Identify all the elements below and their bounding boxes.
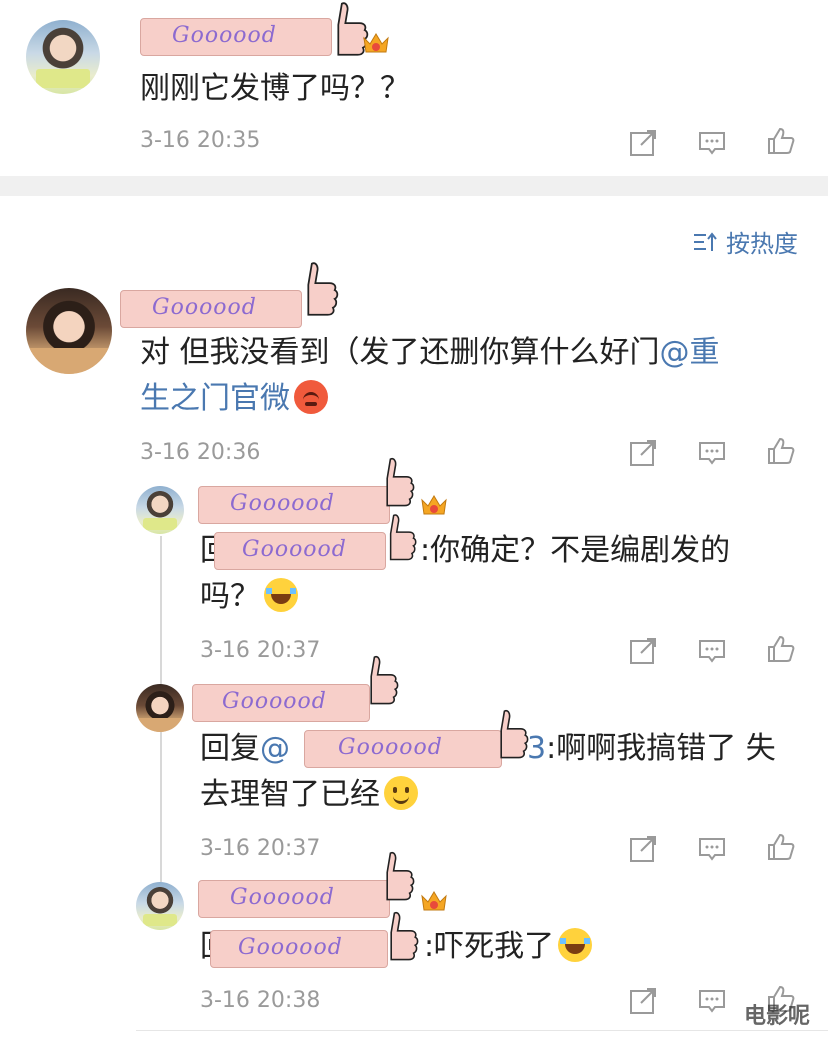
comment-time: 3-16 20:35	[140, 128, 261, 153]
thumbs-up-icon	[389, 514, 417, 561]
reply-time: 3-16 20:38	[200, 988, 321, 1013]
username-sticker: Goooood	[140, 2, 370, 56]
avatar[interactable]	[26, 20, 100, 94]
mention-link[interactable]: 3	[527, 731, 546, 766]
laughing-emoji-icon	[558, 928, 593, 962]
reply-text: 回复@	[200, 731, 290, 766]
thumbs-up-icon	[386, 458, 415, 507]
thumbs-up-icon	[500, 710, 529, 759]
watermark: 电影呢	[743, 1004, 810, 1029]
reply-text: :吓死我了	[424, 924, 593, 970]
share-icon[interactable]	[628, 986, 658, 1016]
comment-time: 3-16 20:36	[140, 440, 261, 465]
comment-icon[interactable]	[697, 636, 727, 666]
crown-badge-icon	[420, 492, 448, 518]
comment-text: 刚刚它发博了吗？？	[140, 71, 410, 106]
reply-time: 3-16 20:37	[200, 836, 321, 861]
sort-label: 按热度	[726, 230, 798, 258]
like-icon[interactable]	[766, 832, 796, 862]
sort-toggle[interactable]: 按热度	[692, 224, 798, 259]
thumbs-up-icon	[386, 852, 415, 901]
avatar[interactable]	[136, 486, 184, 534]
reply-text: 3:啊啊我搞错了 失	[527, 731, 776, 766]
mention-link[interactable]: 生之门官微	[140, 381, 290, 416]
mention-sticker: Goooood	[304, 710, 534, 768]
thumbs-up-icon	[370, 656, 399, 705]
mention-link[interactable]: @重	[660, 335, 720, 370]
reply-text: :你确定？不是编剧发的	[420, 533, 731, 568]
share-icon[interactable]	[628, 636, 658, 666]
reply-text-line2: 去理智了已经	[200, 772, 418, 818]
comment-icon[interactable]	[697, 986, 727, 1016]
crown-badge-icon	[420, 888, 448, 914]
comment-icon[interactable]	[697, 834, 727, 864]
like-icon[interactable]	[766, 126, 796, 156]
like-icon[interactable]	[766, 436, 796, 466]
username-sticker: Goooood	[120, 262, 340, 328]
avatar[interactable]	[136, 684, 184, 732]
reply-text-line2: 吗？	[200, 574, 298, 620]
share-icon[interactable]	[628, 438, 658, 468]
avatar[interactable]	[136, 882, 184, 930]
comment-icon[interactable]	[697, 128, 727, 158]
username-sticker: Goooood	[192, 656, 412, 722]
crown-badge-icon	[362, 30, 390, 56]
section-divider	[0, 176, 828, 196]
share-icon[interactable]	[628, 128, 658, 158]
laughing-emoji-icon	[264, 578, 298, 612]
smile-emoji-icon	[384, 776, 418, 810]
bottom-rule	[136, 1030, 828, 1031]
avatar[interactable]	[26, 288, 112, 374]
thumbs-up-icon	[307, 262, 339, 316]
mention-sticker: Goooood	[210, 912, 430, 968]
comment-text-line2: 生之门官微	[140, 376, 328, 422]
comment-text: 对 但我没看到（发了还删你算什么好门@重	[140, 335, 720, 370]
like-icon[interactable]	[766, 634, 796, 664]
comment-icon[interactable]	[697, 438, 727, 468]
mention-link[interactable]: @	[260, 731, 290, 766]
mention-sticker: Goooood	[214, 514, 424, 570]
sort-icon	[694, 231, 717, 251]
thumbs-up-icon	[390, 912, 419, 961]
angry-emoji-icon	[294, 380, 328, 414]
reply-time: 3-16 20:37	[200, 638, 321, 663]
share-icon[interactable]	[628, 834, 658, 864]
